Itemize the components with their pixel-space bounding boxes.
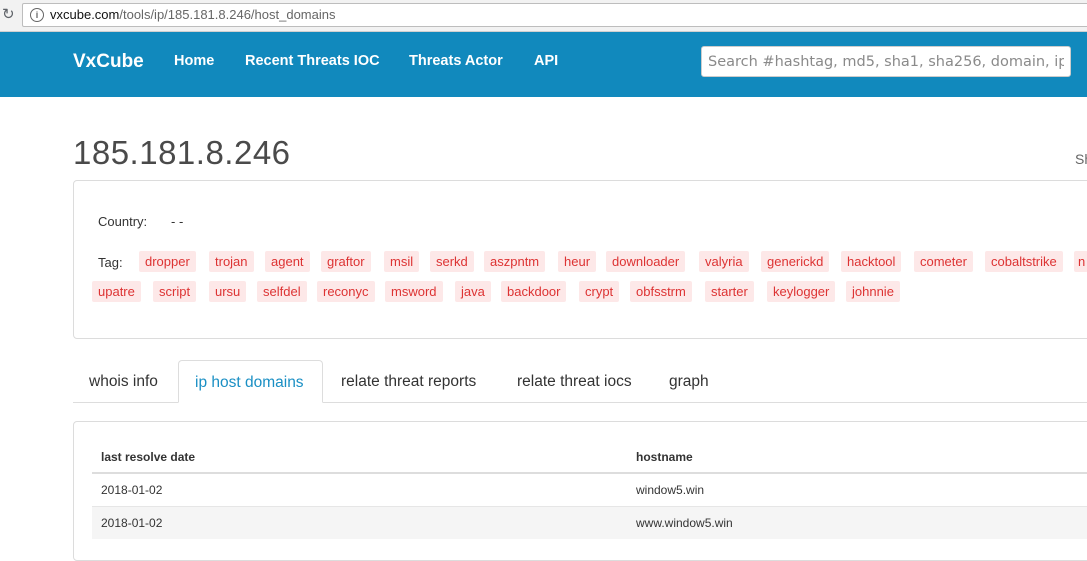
tag-starter[interactable]: starter <box>705 281 754 302</box>
tag-cometer[interactable]: cometer <box>914 251 973 272</box>
cell-resolve-date: 2018-01-02 <box>101 483 163 497</box>
tag-dropper[interactable]: dropper <box>139 251 196 272</box>
tag-script[interactable]: script <box>153 281 197 302</box>
info-icon[interactable]: i <box>30 8 44 22</box>
tab-relate-threat-reports[interactable]: relate threat reports <box>341 373 476 391</box>
tag-selfdel[interactable]: selfdel <box>257 281 307 302</box>
tab-ip-host-domains-label: ip host domains <box>195 374 304 391</box>
url-path: /tools/ip/185.181.8.246/host_domains <box>119 7 336 22</box>
tag-generickd[interactable]: generickd <box>761 251 830 272</box>
cell-hostname[interactable]: www.window5.win <box>636 516 733 530</box>
tag-heur[interactable]: heur <box>558 251 597 272</box>
reload-icon[interactable]: ↻ <box>2 6 15 24</box>
nav-home[interactable]: Home <box>174 53 214 69</box>
tag-java[interactable]: java <box>455 281 491 302</box>
tag-johnnie[interactable]: johnnie <box>846 281 900 302</box>
tag-valyria[interactable]: valyria <box>699 251 749 272</box>
nav-threats-actor[interactable]: Threats Actor <box>409 53 503 69</box>
brand-logo[interactable]: VxCube <box>73 51 144 73</box>
tag-msword[interactable]: msword <box>385 281 443 302</box>
ip-info-panel: Country: - - Tag: dropper trojan agent g… <box>73 180 1087 339</box>
page-title: 185.181.8.246 <box>73 134 291 171</box>
browser-address-bar: ↻ i vxcube.com/tools/ip/185.181.8.246/ho… <box>0 0 1087 32</box>
tag-agent[interactable]: agent <box>265 251 310 272</box>
cell-hostname[interactable]: window5.win <box>636 483 704 497</box>
cell-resolve-date: 2018-01-02 <box>101 516 163 530</box>
column-header-hostname[interactable]: hostname <box>636 450 693 464</box>
tag-ursu[interactable]: ursu <box>209 281 247 302</box>
url-box[interactable]: i vxcube.com/tools/ip/185.181.8.246/host… <box>22 3 1087 27</box>
tab-graph[interactable]: graph <box>669 373 709 391</box>
url-text[interactable]: vxcube.com/tools/ip/185.181.8.246/host_d… <box>50 7 335 23</box>
tag-downloader[interactable]: downloader <box>606 251 686 272</box>
tag-aszpntm[interactable]: aszpntm <box>484 251 546 272</box>
column-header-last-resolve-date[interactable]: last resolve date <box>101 450 195 464</box>
tag-crypt[interactable]: crypt <box>579 281 620 302</box>
tag-cobaltstrike[interactable]: cobaltstrike <box>985 251 1063 272</box>
nav-api[interactable]: API <box>534 53 558 69</box>
nav-recent-threats-ioc[interactable]: Recent Threats IOC <box>245 53 380 69</box>
tag-serkd[interactable]: serkd <box>430 251 474 272</box>
tag-msil[interactable]: msil <box>384 251 420 272</box>
search-input[interactable] <box>701 46 1071 77</box>
country-value: - - <box>171 214 184 229</box>
tag-backdoor[interactable]: backdoor <box>501 281 567 302</box>
tab-relate-threat-iocs[interactable]: relate threat iocs <box>517 373 632 391</box>
tag-label: Tag: <box>98 255 123 270</box>
tab-ip-host-domains[interactable]: ip host domains <box>178 360 323 403</box>
tag-upatre[interactable]: upatre <box>92 281 141 302</box>
tag-truncated[interactable]: n <box>1074 251 1087 272</box>
share-button[interactable]: Sh <box>1075 151 1087 167</box>
tag-hacktool[interactable]: hacktool <box>841 251 902 272</box>
url-host: vxcube.com <box>50 7 120 22</box>
tab-whois-info[interactable]: whois info <box>89 373 158 391</box>
host-domains-table: last resolve date hostname 2018-01-02 wi… <box>73 421 1087 561</box>
table-row: 2018-01-02 www.window5.win <box>92 507 1087 539</box>
tag-obfsstrm[interactable]: obfsstrm <box>630 281 692 302</box>
country-label: Country: <box>98 214 148 229</box>
top-navbar: VxCube Home Recent Threats IOC Threats A… <box>0 32 1087 97</box>
tag-trojan[interactable]: trojan <box>209 251 254 272</box>
tag-graftor[interactable]: graftor <box>321 251 371 272</box>
tag-keylogger[interactable]: keylogger <box>767 281 836 302</box>
tag-reconyc[interactable]: reconyc <box>317 281 375 302</box>
table-row: 2018-01-02 window5.win <box>92 474 1087 506</box>
